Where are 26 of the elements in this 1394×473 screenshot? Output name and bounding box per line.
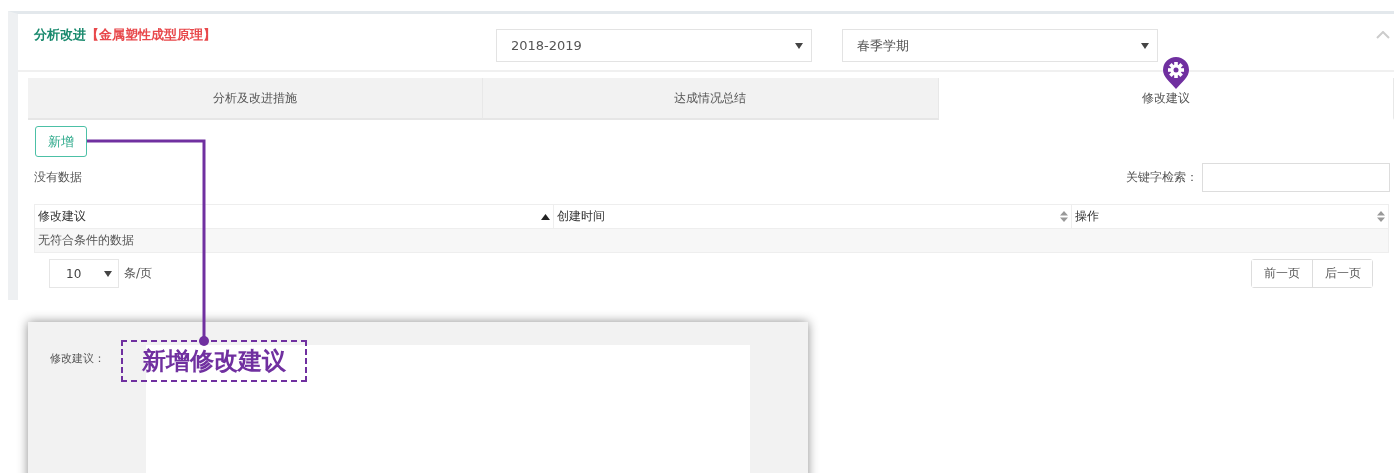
page-size-select[interactable]: 10 (49, 259, 119, 288)
column-header[interactable]: 创建时间 (553, 204, 1072, 229)
annotation-callout: 新增修改建议 (121, 340, 307, 382)
page-size-label: 条/页 (124, 265, 153, 282)
column-header[interactable]: 修改建议 (34, 204, 554, 229)
sort-icon[interactable] (1060, 211, 1068, 222)
caret-icon (104, 270, 112, 277)
course-name: 【金属塑性成型原理】 (86, 26, 216, 44)
field-label: 修改建议： (50, 351, 106, 367)
sort-icon[interactable] (1377, 211, 1385, 222)
year-select[interactable]: 2018-2019 (496, 29, 812, 62)
tab[interactable]: 达成情况总结 (483, 78, 939, 120)
term-select[interactable]: 春季学期 (842, 29, 1158, 62)
status-text: 没有数据 (34, 169, 82, 186)
caret-icon (1141, 42, 1149, 49)
empty-table-message: 无符合条件的数据 (34, 228, 1389, 253)
tab[interactable]: 分析及改进措施 (28, 78, 484, 120)
search-label: 关键字检索： (1126, 169, 1198, 186)
pager-button[interactable]: 后一页 (1312, 260, 1372, 287)
caret-icon (795, 42, 803, 49)
panel-title: 分析改进 (34, 26, 86, 44)
keyword-search-field[interactable] (1202, 163, 1390, 192)
column-header[interactable]: 操作 (1071, 204, 1389, 229)
gear-pin-icon (1162, 56, 1190, 90)
sort-ascending-icon[interactable] (541, 213, 550, 220)
collapse-chevron-icon[interactable] (1376, 31, 1390, 39)
